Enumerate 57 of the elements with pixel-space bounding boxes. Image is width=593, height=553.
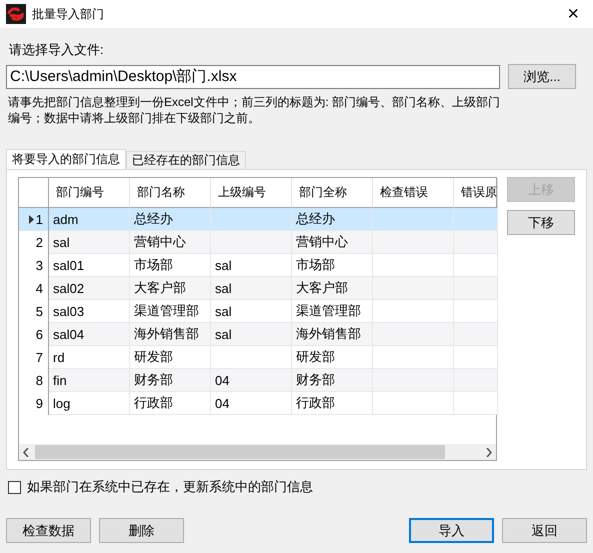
scroll-left-icon[interactable]: [23, 448, 29, 456]
table-cell: log: [49, 392, 130, 415]
table-cell: sal04: [49, 323, 130, 346]
table-cell: 渠道管理部: [292, 300, 373, 323]
file-path-field[interactable]: C:\Users\admin\Desktop\部门.xlsx: [6, 64, 500, 88]
dialog-button[interactable]: 删除: [99, 518, 184, 543]
table-cell: 总经办: [292, 208, 373, 231]
table-cell: 市场部: [292, 254, 373, 277]
table-cell: sal: [211, 277, 292, 300]
table-cell: 大客户部: [130, 277, 211, 300]
table-cell: fin: [49, 369, 130, 392]
window-title: 批量导入部门: [32, 6, 105, 22]
table-cell: 04: [211, 369, 292, 392]
scroll-right-icon[interactable]: [486, 448, 492, 456]
close-button[interactable]: ×: [559, 3, 587, 25]
table-cell: 渠道管理部: [130, 300, 211, 323]
tab[interactable]: 将要导入的部门信息: [6, 149, 126, 169]
dialog-button[interactable]: 导入: [409, 518, 494, 543]
table-cell: sal: [49, 231, 130, 254]
table-cell: 财务部: [130, 369, 211, 392]
table-cell: sal03: [49, 300, 130, 323]
table-cell: sal: [211, 254, 292, 277]
file-label: 请选择导入文件:: [9, 41, 105, 59]
table-cell: sal: [211, 300, 292, 323]
app-logo-icon: [6, 4, 26, 24]
table-cell: sal02: [49, 277, 130, 300]
dialog-button[interactable]: 返回: [502, 518, 587, 543]
table-cell: 营销中心: [292, 231, 373, 254]
table-cell: sal: [211, 323, 292, 346]
table-cell: 市场部: [130, 254, 211, 277]
scroll-thumb[interactable]: [35, 445, 445, 459]
dialog-button[interactable]: 检查数据: [6, 518, 91, 543]
update-checkbox[interactable]: [8, 480, 21, 494]
current-row-icon: [28, 215, 34, 224]
tab[interactable]: 已经存在的部门信息: [126, 151, 246, 169]
table-cell: rd: [49, 346, 130, 369]
hint-text: 请事先把部门信息整理到一份Excel文件中；前三列的标题为: 部门编号、部门名称、上级部门编号；数据中请将上级部门排在下级部门之前。: [8, 94, 502, 126]
table-cell: [454, 208, 498, 231]
table-cell: 行政部: [292, 392, 373, 415]
table-cell: 研发部: [130, 346, 211, 369]
browse-button[interactable]: 浏览...: [508, 64, 576, 89]
horizontal-scrollbar[interactable]: [19, 444, 496, 460]
table-cell: adm: [49, 208, 130, 231]
table-cell: 营销中心: [130, 231, 211, 254]
table-cell: 04: [211, 392, 292, 415]
table-cell: 大客户部: [292, 277, 373, 300]
table-cell: 总经办: [130, 208, 211, 231]
move-down-button[interactable]: 下移: [507, 210, 575, 235]
table-cell: 海外销售部: [130, 323, 211, 346]
table-cell: [454, 231, 498, 254]
table-cell: 财务部: [292, 369, 373, 392]
table-cell: 研发部: [292, 346, 373, 369]
update-option-label: 如果部门在系统中已存在，更新系统中的部门信息: [27, 478, 313, 496]
table-cell: 海外销售部: [292, 323, 373, 346]
table-cell: sal01: [49, 254, 130, 277]
table-cell: 行政部: [130, 392, 211, 415]
row-header[interactable]: 1: [19, 208, 49, 231]
